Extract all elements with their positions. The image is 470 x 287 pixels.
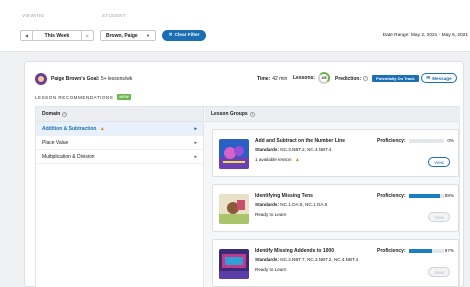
message-label: Message [432,75,452,81]
chat-icon: ✉ [426,75,431,80]
proficiency-percent: 0% [447,138,454,143]
proficiency-bar [409,249,444,253]
lesson-groups-header-label: Lesson Groups [211,111,248,117]
date-range: Date Range: May 2, 2021 - May 6, 2021 [382,33,468,38]
lesson-groups-column: Lesson Groups i Add and Subtract on the … [205,107,460,287]
lesson-groups-header: Lesson Groups i [205,107,460,122]
view-button[interactable]: View [428,212,450,222]
proficiency-fill [409,249,433,253]
domain-item-label: Place Value [42,139,69,146]
student-label: STUDENT [102,13,127,18]
lesson-card: Identifying Missing Tens Standards: NC.1… [212,184,459,232]
view-button[interactable]: View [428,267,450,277]
new-badge: NEW [117,94,132,100]
domain-item-addition-subtraction[interactable]: Addition & Subtraction ▲ ▸ [36,122,203,136]
time-stat: Time: 42 min [257,76,287,82]
standards-value: NC.1.OA.8, NC.1.OA.5 [280,202,328,207]
lesson-standards: Standards: NC.2.NBT.7, NC.3.NBT.2, NC.4.… [255,257,358,262]
lesson-status-text: 1 available lesson [255,157,292,162]
lesson-status: Ready to Learn [255,267,287,272]
prev-week-button[interactable]: ◀ [21,31,33,40]
lessons-value: 2/5 [321,76,327,80]
lesson-thumbnail [219,249,249,279]
viewing-label: VIEWING [22,13,45,18]
domain-item-place-value[interactable]: Place Value ▸ [36,136,203,150]
proficiency-percent: 88% [444,193,454,198]
student-dropdown[interactable]: Brown, Paige ▼ [100,30,156,41]
domain-item-multiplication-division[interactable]: Multiplication & Division ▸ [36,150,203,164]
prediction-label: Prediction: [335,75,362,82]
domain-header: Domain i [36,107,203,122]
lessons-label: Lessons: [293,75,315,81]
message-button[interactable]: ✉ Message [421,73,457,83]
lesson-thumbnail [219,139,249,169]
chevron-right-icon: ▸ [194,125,197,132]
chevron-right-icon: ▸ [194,153,197,160]
lesson-title: Identify Missing Addends to 1000 [255,248,334,254]
info-icon[interactable]: i [363,76,369,81]
proficiency-percent: 67% [444,248,454,253]
avatar [35,73,47,85]
filter-bar: VIEWING STUDENT ◀ This Week ▶ Brown, Pai… [0,0,470,52]
standards-value: NC.3.NBT.2, NC.4.NBT.4 [280,147,332,152]
proficiency-fill [409,194,440,198]
proficiency-bar [409,139,444,143]
close-icon: ✕ [168,33,173,38]
lesson-status: Ready to Learn [255,212,287,217]
time-label: Time: [257,76,271,82]
domain-header-label: Domain [42,111,61,117]
standards-value: NC.2.NBT.7, NC.3.NBT.2, NC.4.NBT.4 [280,257,359,262]
warning-icon: ▲ [99,125,105,132]
recommendations-table: Domain i Addition & Subtraction ▲ ▸ Plac… [35,106,460,287]
domain-item-label: Multiplication & Division [42,153,95,160]
lesson-thumbnail [219,194,249,224]
standards-label: Standards: [255,147,279,152]
week-value[interactable]: This Week [33,33,81,39]
view-button[interactable]: View [428,157,450,167]
time-value: 42 min [272,76,288,82]
info-icon[interactable]: i [249,111,255,117]
recommendations-header: LESSON RECOMMENDATIONS NEW [35,94,132,100]
lesson-card: Identify Missing Addends to 1000 Standar… [212,239,459,287]
lesson-title: Identifying Missing Tens [255,193,313,199]
clear-filter-label: Clear Filter [174,33,200,38]
lessons-stat: Lessons: 2/5 [293,72,330,84]
chevron-down-icon: ▼ [146,33,150,38]
proficiency-label: Proficiency: [377,248,406,254]
proficiency-bar [409,194,444,198]
proficiency-label: Proficiency: [377,193,406,199]
recommendations-title: LESSON RECOMMENDATIONS [35,94,114,100]
goal-text: Paige Brown's Goal: 5+ lessons/wk [51,76,132,82]
standards-label: Standards: [255,257,279,262]
prediction-stat: Prediction: i Potentially On Track [335,75,419,82]
chevron-right-icon: ▸ [194,139,197,146]
prediction-badge: Potentially On Track [372,75,419,82]
student-card: Paige Brown's Goal: 5+ lessons/wk Time: … [24,61,464,287]
domain-column: Domain i Addition & Subtraction ▲ ▸ Plac… [36,107,204,287]
lesson-standards: Standards: NC.1.OA.8, NC.1.OA.5 [255,202,327,207]
clear-filter-button[interactable]: ✕ Clear Filter [162,30,206,41]
week-selector: ◀ This Week ▶ [20,30,94,41]
warning-icon: ▲ [294,157,300,163]
goal-value: 5+ lessons/wk [100,76,133,82]
proficiency-label: Proficiency: [377,138,406,144]
goal-name: Paige Brown's Goal: [51,76,100,82]
standards-label: Standards: [255,202,279,207]
lesson-status: 1 available lesson ▲ [255,157,300,163]
student-value: Brown, Paige [106,32,138,39]
lesson-title: Add and Subtract on the Number Line [255,138,346,144]
lesson-standards: Standards: NC.3.NBT.2, NC.4.NBT.4 [255,147,331,152]
next-week-button[interactable]: ▶ [81,31,93,40]
lesson-card: Add and Subtract on the Number Line Stan… [212,129,459,177]
lessons-progress-ring: 2/5 [317,72,330,84]
domain-item-label: Addition & Subtraction [42,125,97,132]
info-icon[interactable]: i [62,111,68,117]
